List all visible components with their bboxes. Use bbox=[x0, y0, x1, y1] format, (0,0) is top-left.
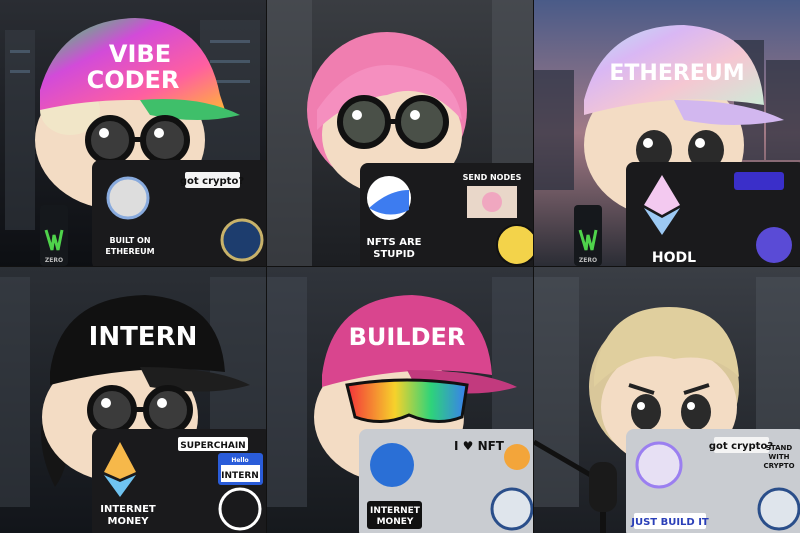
sticker-internet: INTERNET bbox=[370, 506, 421, 516]
hat-text: INTERN bbox=[89, 322, 198, 352]
avatar-grid: VIBE CODER got crypto? BUILT ON ETHEREUM… bbox=[0, 0, 800, 533]
sticker-built-on: BUILT ON bbox=[109, 236, 150, 245]
tile-ethereum: ETHEREUM HODL ZERO bbox=[534, 0, 800, 266]
sticker-nfts-are: NFTS ARE bbox=[367, 237, 422, 248]
tile-blonde-builder: got crypto? STAND WITH CRYPTO JUST BUILD… bbox=[534, 267, 800, 533]
sticker-money: MONEY bbox=[108, 516, 150, 527]
sticker-got-crypto: got crypto? bbox=[180, 176, 244, 187]
sticker-crypto: CRYPTO bbox=[763, 462, 794, 470]
hat-text-line-1: VIBE bbox=[109, 40, 171, 68]
tile-vibe-coder: VIBE CODER got crypto? BUILT ON ETHEREUM… bbox=[0, 0, 266, 266]
sticker-send-nodes: SEND NODES bbox=[463, 173, 522, 182]
sticker-stupid: STUPID bbox=[373, 249, 415, 260]
hat-text: BUILDER bbox=[349, 323, 466, 351]
blonde-illustration: got crypto? STAND WITH CRYPTO JUST BUILD… bbox=[534, 267, 800, 533]
name-tag-intern: INTERN bbox=[221, 471, 259, 481]
pink-hair-illustration: SEND NODES NFTS ARE STUPID bbox=[267, 0, 533, 266]
ethereum-illustration: ETHEREUM HODL ZERO bbox=[534, 0, 800, 266]
tile-pink-hair: SEND NODES NFTS ARE STUPID bbox=[267, 0, 533, 266]
name-tag-header: Hello bbox=[231, 457, 248, 464]
vibe-coder-illustration: VIBE CODER got crypto? BUILT ON ETHEREUM… bbox=[0, 0, 266, 266]
intern-illustration: INTERN SUPERCHAIN Hello INTERN INTERNET … bbox=[0, 267, 266, 533]
sunglasses bbox=[345, 378, 469, 423]
tile-intern: INTERN SUPERCHAIN Hello INTERN INTERNET … bbox=[0, 267, 266, 533]
tile-builder: BUILDER I ♥ NFT INTERNET MONEY bbox=[267, 267, 533, 533]
sticker-internet: INTERNET bbox=[100, 504, 156, 515]
sticker-with: WITH bbox=[769, 453, 790, 461]
sticker-just-build-it: JUST BUILD IT bbox=[630, 517, 709, 528]
sticker-ethereum: ETHEREUM bbox=[105, 247, 154, 256]
sticker-superchain: SUPERCHAIN bbox=[180, 441, 245, 451]
can-label: ZERO bbox=[45, 257, 63, 264]
hat-text: ETHEREUM bbox=[609, 61, 744, 86]
sticker-hodl: HODL bbox=[652, 250, 696, 266]
builder-illustration: BUILDER I ♥ NFT INTERNET MONEY bbox=[267, 267, 533, 533]
can-label: ZERO bbox=[579, 257, 597, 264]
sticker-money: MONEY bbox=[377, 517, 414, 527]
sticker-stand: STAND bbox=[766, 444, 793, 452]
hat-text-line-2: CODER bbox=[87, 66, 180, 94]
sticker-got-crypto: got crypto? bbox=[709, 441, 773, 452]
sticker-i-love-nft: I ♥ NFT bbox=[454, 439, 505, 453]
